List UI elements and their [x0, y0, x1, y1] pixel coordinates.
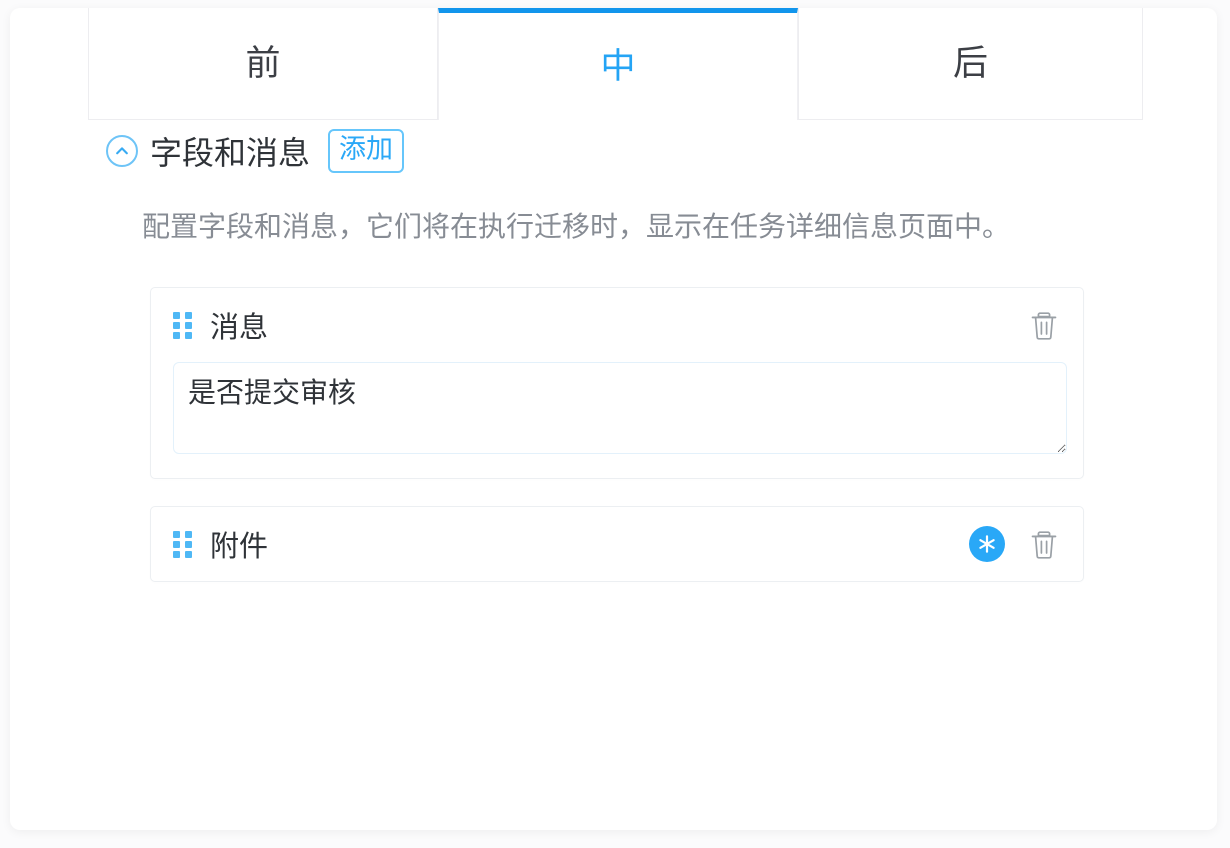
asterisk-required-icon[interactable]	[969, 526, 1005, 563]
field-card-title: 附件	[210, 531, 269, 564]
tab-bar: 前 中 后	[10, 8, 1217, 120]
settings-panel: 前 中 后 字段和消息 添加 配置字段和消息，它们将在执行迁移时，显示在任务详细…	[10, 8, 1217, 830]
tab-during[interactable]: 中	[438, 8, 798, 120]
message-textarea[interactable]	[173, 362, 1067, 455]
tab-during-label: 中	[600, 47, 636, 86]
add-button[interactable]: 添加	[328, 129, 405, 173]
field-card-header: 附件	[173, 507, 1061, 581]
drag-handle-icon[interactable]	[173, 311, 192, 339]
drag-handle-icon[interactable]	[173, 530, 192, 558]
tab-before-label: 前	[245, 44, 281, 83]
trash-icon[interactable]	[1027, 307, 1061, 343]
section-description: 配置字段和消息，它们将在执行迁移时，显示在任务详细信息页面中。	[142, 211, 1011, 242]
trash-icon[interactable]	[1027, 526, 1061, 562]
field-card-message: 消息	[150, 287, 1084, 480]
field-card-attachment: 附件	[150, 506, 1084, 583]
tab-before[interactable]: 前	[88, 8, 438, 120]
section-header: 字段和消息 添加	[10, 120, 1217, 182]
field-input-wrapper	[173, 362, 1067, 478]
field-card-header: 消息	[173, 288, 1061, 362]
field-card-actions	[1027, 307, 1061, 343]
field-card-actions	[969, 526, 1061, 563]
page-title: 字段和消息	[150, 135, 311, 171]
chevron-up-icon[interactable]	[106, 135, 138, 167]
field-card-title: 消息	[210, 312, 269, 345]
field-card-list: 消息 是否提交审核 附件	[150, 287, 1084, 583]
tab-after-label: 后	[952, 44, 988, 83]
fields-and-messages-section: 字段和消息 添加 配置字段和消息，它们将在执行迁移时，显示在任务详细信息页面中。…	[10, 120, 1217, 609]
tab-after[interactable]: 后	[798, 8, 1143, 120]
